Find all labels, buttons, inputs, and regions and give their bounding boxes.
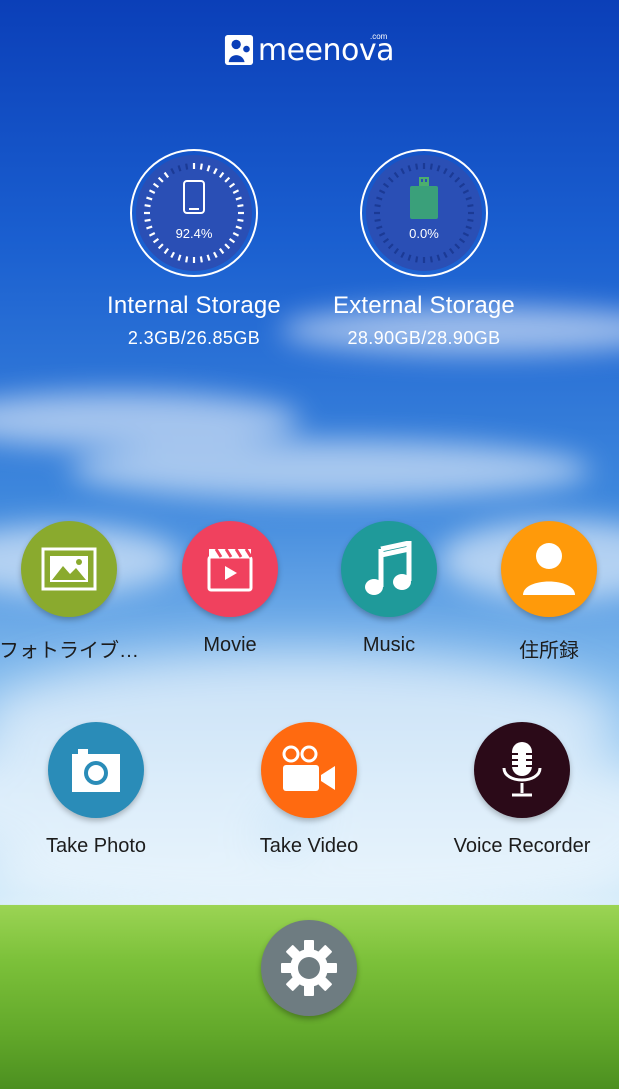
gauge-tick xyxy=(144,204,151,208)
app-take-photo-label: Take Photo xyxy=(45,835,147,857)
gauge-tick xyxy=(144,218,151,222)
gauge-tick xyxy=(467,218,474,222)
internal-storage-gauge: 92.4% xyxy=(130,149,258,277)
app-voice-recorder-label: Voice Recorder xyxy=(453,835,591,857)
logo-person-icon xyxy=(224,35,254,65)
photo-library-icon xyxy=(41,547,97,591)
external-storage[interactable]: 0.0% External Storage 28.90GB/28.90GB xyxy=(314,148,534,349)
app-movie[interactable]: Movie xyxy=(150,521,310,657)
external-storage-gauge: 0.0% xyxy=(360,149,488,277)
gauge-tick xyxy=(415,256,419,263)
gauge-tick xyxy=(429,163,433,170)
gauge-tick xyxy=(237,204,244,208)
microphone-icon xyxy=(502,742,542,797)
internal-storage-percent: 92.4% xyxy=(176,226,213,241)
internal-storage-size: 2.3GB/26.85GB xyxy=(127,328,261,348)
external-storage-percent: 0.0% xyxy=(409,226,439,241)
app-photo-library[interactable]: フォトライブ… xyxy=(0,521,149,663)
gear-icon xyxy=(281,940,337,996)
meenova-logo: meenova .com xyxy=(224,30,395,70)
gauge-tick xyxy=(374,218,381,222)
gauge-tick xyxy=(199,256,203,263)
external-storage-size: 28.90GB/28.90GB xyxy=(347,328,501,348)
logo-com: .com xyxy=(370,32,388,41)
gauge-tick xyxy=(415,163,419,170)
gauge-tick xyxy=(237,218,244,222)
app-voice-recorder[interactable]: Voice Recorder xyxy=(442,722,602,858)
gauge-tick xyxy=(374,204,381,208)
app-contacts[interactable]: 住所録 xyxy=(469,521,619,663)
settings-button[interactable] xyxy=(261,920,357,1016)
app-take-video[interactable]: Take Video xyxy=(229,722,389,858)
app-photo-library-label: フォトライブ… xyxy=(0,640,139,662)
camera-icon xyxy=(72,749,120,792)
music-note-icon xyxy=(365,541,412,595)
movie-clapper-icon xyxy=(207,548,253,592)
gauge-tick xyxy=(429,256,433,263)
internal-storage-label: Internal Storage xyxy=(107,292,281,319)
contact-person-icon xyxy=(523,543,575,595)
gauge-tick xyxy=(467,204,474,208)
app-movie-label: Movie xyxy=(203,634,257,656)
gauge-tick xyxy=(185,256,189,263)
app-music[interactable]: Music xyxy=(309,521,469,657)
internal-storage[interactable]: 92.4% Internal Storage 2.3GB/26.85GB xyxy=(84,148,304,349)
app-music-label: Music xyxy=(362,634,416,656)
gauge-tick xyxy=(185,163,189,170)
app-take-photo[interactable]: Take Photo xyxy=(16,722,176,858)
external-storage-label: External Storage xyxy=(333,292,515,319)
gauge-tick xyxy=(199,163,203,170)
video-camera-icon xyxy=(282,745,335,791)
app-contacts-label: 住所録 xyxy=(519,640,579,662)
app-take-video-label: Take Video xyxy=(259,835,359,857)
